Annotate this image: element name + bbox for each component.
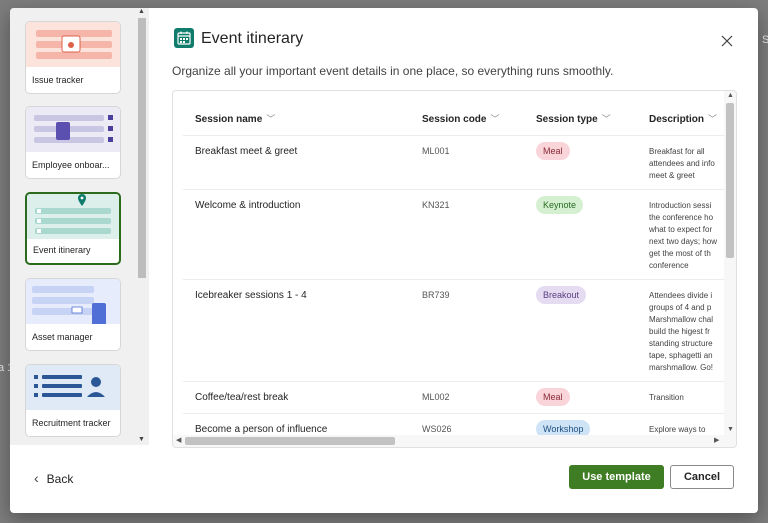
- scroll-up-arrow-icon[interactable]: ▲: [727, 92, 734, 99]
- event-itinerary-thumbnail: [27, 194, 119, 239]
- column-header-label: Session type: [536, 114, 598, 125]
- employee-onboarding-thumbnail: [26, 107, 120, 152]
- session-type-badge: Workshop: [536, 420, 591, 436]
- template-card-label: Recruitment tracker: [32, 418, 111, 428]
- gallery-scrollbar[interactable]: ▲ ▼: [137, 8, 147, 445]
- column-header-session-type[interactable]: Session type ﹀: [536, 112, 611, 125]
- template-card-event-itinerary[interactable]: Event itinerary: [25, 192, 121, 265]
- preview-horizontal-scrollbar[interactable]: ◀ ▶: [173, 435, 736, 447]
- row-divider: [183, 413, 725, 414]
- preview-table: Session name ﹀ Session code ﹀ Session type…: [173, 91, 725, 436]
- description-cell: Attendees divide i groups of 4 and p Mar…: [649, 291, 714, 372]
- chevron-down-icon: ﹀: [708, 114, 718, 124]
- session-type-badge: Keynote: [536, 196, 584, 214]
- scroll-right-arrow-icon[interactable]: ▶: [714, 436, 719, 444]
- session-code-cell: WS026: [422, 424, 452, 434]
- issue-tracker-thumbnail: [26, 22, 120, 67]
- cancel-button[interactable]: Cancel: [670, 465, 734, 489]
- description-cell: Transition: [649, 393, 684, 402]
- chevron-left-icon: ‹: [34, 470, 39, 486]
- row-divider: [183, 135, 725, 136]
- session-name-cell: Icebreaker sessions 1 - 4: [195, 290, 307, 301]
- session-code-cell: KN321: [422, 200, 450, 210]
- chevron-down-icon: ﹀: [490, 114, 500, 124]
- dialog-title: Event itinerary: [201, 30, 304, 47]
- scroll-up-arrow-icon[interactable]: ▲: [138, 8, 145, 15]
- scroll-left-arrow-icon[interactable]: ◀: [176, 436, 181, 444]
- backdrop-fragment-right: S: [762, 34, 768, 46]
- column-header-description[interactable]: Description ﹀: [649, 112, 717, 125]
- session-code-cell: BR739: [422, 290, 450, 300]
- template-card-label: Event itinerary: [33, 245, 91, 255]
- column-header-label: Session code: [422, 114, 487, 125]
- preview-vertical-scroll-thumb[interactable]: [726, 103, 734, 258]
- recruitment-tracker-thumbnail: [26, 365, 120, 410]
- dialog-subtitle: Organize all your important event detail…: [172, 64, 614, 78]
- row-divider: [183, 279, 725, 280]
- preview-horizontal-scroll-thumb[interactable]: [185, 437, 395, 445]
- session-name-cell: Breakfast meet & greet: [195, 146, 298, 157]
- back-button[interactable]: ‹ Back: [34, 470, 73, 486]
- template-card-issue-tracker[interactable]: Issue tracker: [25, 21, 121, 94]
- gallery-scroll-thumb[interactable]: [138, 18, 146, 278]
- template-card-recruitment-tracker[interactable]: Recruitment tracker: [25, 364, 121, 437]
- event-itinerary-illustration: [35, 194, 111, 234]
- template-card-employee-onboarding[interactable]: Employee onboar...: [25, 106, 121, 179]
- column-header-label: Description: [649, 114, 705, 125]
- scroll-down-arrow-icon[interactable]: ▼: [138, 436, 145, 443]
- row-divider: [183, 381, 725, 382]
- template-dialog: Issue tracker Employee onboar... Event i…: [10, 8, 758, 513]
- scroll-down-arrow-icon[interactable]: ▼: [727, 426, 734, 433]
- asset-manager-thumbnail: [26, 279, 120, 325]
- close-icon[interactable]: [720, 34, 734, 48]
- session-type-badge: Breakout: [536, 286, 587, 304]
- session-code-cell: ML002: [422, 392, 450, 402]
- asset-manager-illustration: [32, 286, 106, 325]
- column-header-session-name[interactable]: Session name ﹀: [195, 112, 275, 125]
- description-cell: Introduction sessi the conference ho wha…: [649, 201, 718, 270]
- session-code-cell: ML001: [422, 146, 450, 156]
- employee-onboarding-illustration: [34, 115, 113, 143]
- recruitment-tracker-illustration: [34, 375, 105, 397]
- description-cell: Breakfast for all attendees and info mee…: [649, 147, 715, 180]
- chevron-down-icon: ﹀: [266, 114, 276, 124]
- preview-vertical-scrollbar[interactable]: ▲ ▼: [724, 91, 736, 436]
- template-card-label: Asset manager: [32, 332, 93, 342]
- calendar-icon: [174, 28, 194, 48]
- column-header-session-code[interactable]: Session code ﹀: [422, 112, 499, 125]
- chevron-down-icon: ﹀: [601, 114, 611, 124]
- session-type-badge: Meal: [536, 388, 570, 406]
- column-header-label: Session name: [195, 114, 263, 125]
- session-name-cell: Coffee/tea/rest break: [195, 392, 289, 403]
- use-template-button[interactable]: Use template: [569, 465, 664, 489]
- template-card-asset-manager[interactable]: Asset manager: [25, 278, 121, 351]
- issue-tracker-illustration: [36, 30, 112, 59]
- template-gallery: Issue tracker Employee onboar... Event i…: [10, 8, 149, 445]
- session-name-cell: Become a person of influence: [195, 424, 328, 435]
- template-preview: Session name ﹀ Session code ﹀ Session type…: [172, 90, 737, 448]
- row-divider: [183, 189, 725, 190]
- back-button-label: Back: [46, 472, 74, 486]
- template-card-label: Employee onboar...: [32, 160, 110, 170]
- session-name-cell: Welcome & introduction: [195, 200, 301, 211]
- template-card-label: Issue tracker: [32, 75, 84, 85]
- session-type-badge: Meal: [536, 142, 570, 160]
